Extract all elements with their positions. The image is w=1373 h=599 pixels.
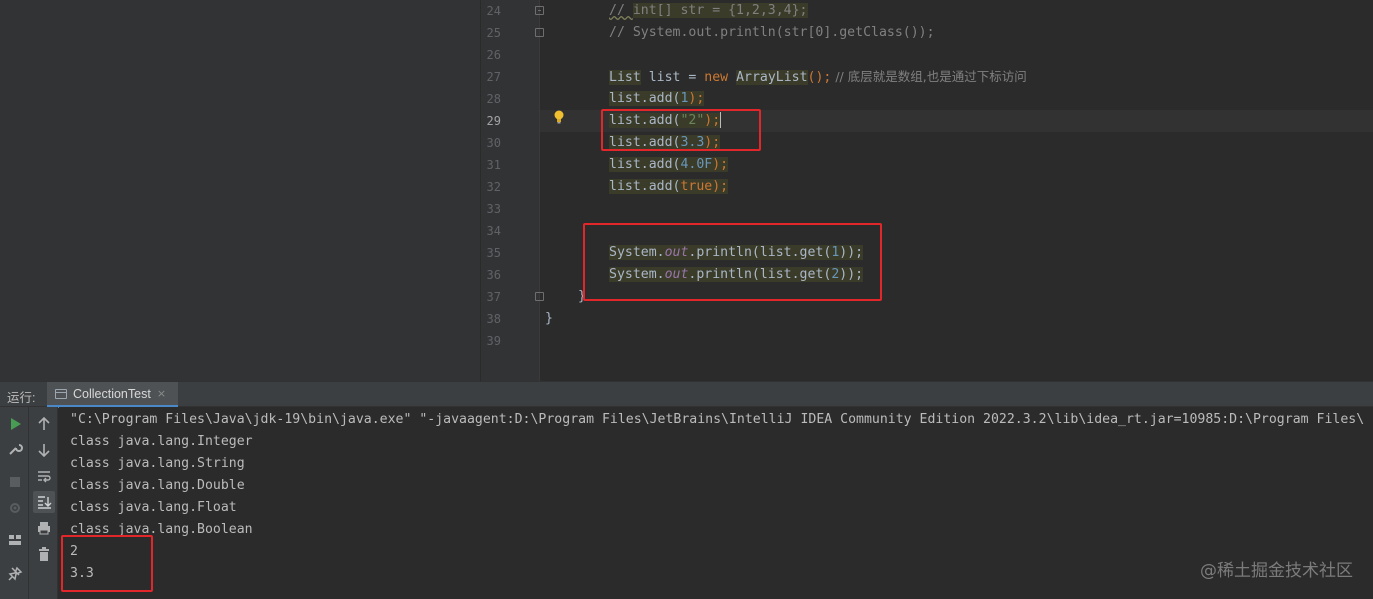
code-line-25: // System.out.println(str[0].getClass())… <box>609 25 935 40</box>
line-number: 25 <box>486 26 501 40</box>
line-number: 39 <box>486 334 501 348</box>
scroll-to-end-button[interactable] <box>33 491 55 513</box>
code-line-31: list.add(4.0F); <box>609 157 729 172</box>
console-line: class java.lang.Double <box>70 478 245 493</box>
run-toolbar-left <box>0 407 29 599</box>
print-icon[interactable] <box>33 517 55 539</box>
code-line-32: list.add(true); <box>609 179 729 194</box>
line-number: 33 <box>486 202 501 216</box>
code-line-24: // int[] str = {1,2,3,4}; <box>609 3 808 18</box>
console-line: class java.lang.Boolean <box>70 522 253 537</box>
run-label: 运行: <box>7 391 36 405</box>
line-number: 30 <box>486 136 501 150</box>
code-line-35: System.out.println(list.get(1)); <box>609 245 864 260</box>
console-line: 2 <box>70 544 78 559</box>
line-number: 24 <box>486 4 501 18</box>
watermark: @稀土掘金技术社区 <box>1200 561 1353 581</box>
line-number: 34 <box>486 224 501 238</box>
arrow-up-icon[interactable] <box>33 413 55 435</box>
run-window-header: 运行: CollectionTest × <box>0 381 1373 408</box>
line-number: 35 <box>486 246 501 260</box>
pin-icon[interactable] <box>4 563 26 585</box>
line-number: 26 <box>486 48 501 62</box>
code-line-27: List list = new ArrayList(); // 底层就是数组,也… <box>609 69 1027 85</box>
lightbulb-icon[interactable] <box>553 110 565 124</box>
line-number: 36 <box>486 268 501 282</box>
code-line-37: } <box>578 289 586 304</box>
line-number-current: 29 <box>486 114 501 128</box>
fold-marker-icon[interactable] <box>535 28 544 37</box>
code-line-30: list.add(3.3); <box>609 135 721 150</box>
line-number: 31 <box>486 158 501 172</box>
text-caret <box>720 112 722 128</box>
console-line-command: "C:\Program Files\Java\jdk-19\bin\java.e… <box>70 412 1365 427</box>
console-line: class java.lang.String <box>70 456 245 471</box>
fold-marker-icon[interactable] <box>535 292 544 301</box>
console-line: class java.lang.Integer <box>70 434 253 449</box>
close-icon[interactable]: × <box>157 387 166 400</box>
console-line: 3.3 <box>70 566 94 581</box>
arrow-down-icon[interactable] <box>33 439 55 461</box>
project-panel <box>0 0 481 381</box>
line-number: 32 <box>486 180 501 194</box>
code-line-28: list.add(1); <box>609 91 705 106</box>
line-number: 28 <box>486 92 501 106</box>
wrench-icon[interactable] <box>4 438 26 460</box>
scroll-to-end-icon <box>38 496 52 509</box>
soft-wrap-icon[interactable] <box>33 465 55 487</box>
line-number: 38 <box>486 312 501 326</box>
tab-label: CollectionTest <box>73 386 151 401</box>
console-output[interactable]: "C:\Program Files\Java\jdk-19\bin\java.e… <box>59 407 1373 599</box>
tab-collection-test[interactable]: CollectionTest × <box>47 382 179 408</box>
console-line: class java.lang.Float <box>70 500 237 515</box>
run-icon[interactable] <box>4 413 26 435</box>
stop-icon[interactable] <box>4 471 26 493</box>
layout-icon[interactable] <box>4 529 26 551</box>
code-line-36: System.out.println(list.get(2)); <box>609 267 864 282</box>
debug-settings-icon[interactable] <box>4 497 26 519</box>
line-number: 27 <box>486 70 501 84</box>
line-number: 37 <box>486 290 501 304</box>
fold-marker-icon[interactable] <box>535 6 544 15</box>
code-line-38: } <box>545 311 553 326</box>
console-icon <box>55 388 67 399</box>
code-line-29: list.add("2"); <box>609 112 722 128</box>
trash-icon[interactable] <box>33 543 55 565</box>
